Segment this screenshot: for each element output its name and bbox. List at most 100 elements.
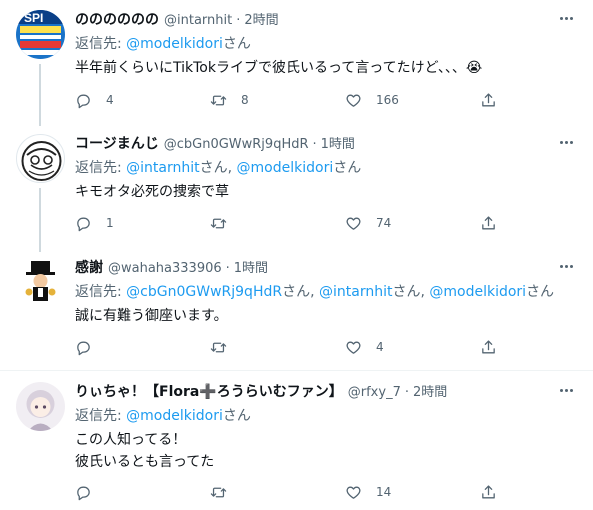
reply-to-label: 返信先:	[75, 160, 127, 176]
avatar[interactable]	[16, 258, 65, 307]
retweet-icon	[210, 342, 227, 352]
share-button[interactable]	[480, 212, 500, 234]
reply-button[interactable]	[75, 336, 165, 358]
retweet-icon	[210, 95, 227, 105]
mention-link[interactable]: @intarnhit	[319, 284, 392, 300]
tweet-text: この人知ってる！ 彼氏いるとも言ってた	[75, 432, 215, 470]
separator-dot: ·	[312, 137, 317, 152]
tweet-header: コージまんじ @cbGn0GWwRj9qHdR · 1時間	[75, 134, 577, 154]
reply-icon	[77, 486, 90, 500]
retweet-count: 8	[241, 93, 249, 107]
mention-suffix: さん,	[199, 160, 237, 176]
display-name[interactable]: のののののの	[75, 10, 159, 30]
thread-line	[39, 64, 41, 126]
avatar[interactable]	[16, 134, 65, 183]
heart-icon	[346, 217, 361, 230]
tweet-header: 感謝 @wahaha333906 · 1時間	[75, 258, 577, 278]
tweet-text: 誠に有難う御座います。	[75, 308, 228, 324]
more-options-icon[interactable]	[555, 380, 577, 400]
mention-link[interactable]: @modelkidori	[126, 36, 223, 52]
more-options-icon[interactable]	[555, 132, 577, 152]
heart-icon	[346, 486, 361, 499]
separator-dot: ·	[236, 13, 241, 28]
timestamp[interactable]: 2時間	[244, 11, 278, 30]
retweet-button[interactable]	[210, 336, 300, 358]
reply-to-line: 返信先: @modelkidoriさん	[75, 406, 577, 426]
like-button[interactable]: 4	[345, 336, 435, 358]
daruma-avatar-image	[21, 141, 62, 181]
user-handle[interactable]: @wahaha333906	[108, 259, 222, 278]
retweet-button[interactable]	[210, 212, 300, 234]
display-name[interactable]: コージまんじ	[75, 134, 159, 154]
more-options-icon[interactable]	[555, 256, 577, 276]
mention-suffix: さん	[333, 160, 362, 176]
timestamp[interactable]: 2時間	[413, 383, 447, 402]
reply-to-line: 返信先: @intarnhitさん, @modelkidoriさん	[75, 158, 577, 178]
display-name[interactable]: りぃちゃ！【Flora➕ろうらいむファン】	[75, 382, 343, 402]
retweet-button[interactable]: 8	[210, 89, 300, 111]
reply-to-label: 返信先:	[75, 284, 127, 300]
separator-dot: ·	[225, 261, 230, 276]
like-button[interactable]: 166	[345, 89, 435, 111]
share-icon	[482, 215, 495, 229]
reply-button[interactable]	[75, 481, 165, 503]
share-icon	[482, 92, 495, 106]
retweet-icon	[210, 218, 227, 228]
reply-to-label: 返信先:	[75, 408, 127, 424]
tweet-text: キモオタ必死の捜索で草	[75, 184, 229, 200]
timestamp[interactable]: 1時間	[234, 259, 268, 278]
share-button[interactable]	[480, 481, 500, 503]
reply-to-line: 返信先: @cbGn0GWwRj9qHdRさん, @intarnhitさん, @…	[75, 282, 577, 302]
more-options-icon[interactable]	[555, 8, 577, 28]
reply-to-line: 返信先: @modelkidoriさん	[75, 34, 577, 54]
retweet-icon	[210, 487, 227, 497]
user-handle[interactable]: @rfxy_7	[348, 383, 401, 402]
like-button[interactable]: 14	[345, 481, 435, 503]
heart-icon	[346, 341, 361, 354]
avatar[interactable]	[16, 382, 65, 431]
reply-count: 4	[106, 93, 114, 107]
tweet-header: りぃちゃ！【Flora➕ろうらいむファン】 @rfxy_7 · 2時間	[75, 382, 577, 402]
share-button[interactable]	[480, 336, 500, 358]
top-hat-gentleman-avatar-image	[25, 261, 56, 301]
retweet-button[interactable]	[210, 481, 300, 503]
like-button[interactable]: 74	[345, 212, 435, 234]
tweet-text: 半年前くらいにTikTokライブで彼氏いるって言ってたけど、、、😭	[75, 60, 483, 76]
illustrated-character-avatar-image	[26, 390, 55, 431]
thread-line	[39, 188, 41, 252]
heart-icon	[346, 94, 361, 107]
separator-dot: ·	[404, 385, 409, 400]
like-count: 14	[376, 485, 392, 499]
reply-button[interactable]: 1	[75, 212, 165, 234]
timestamp[interactable]: 1時間	[321, 135, 355, 154]
tweet-header: のののののの @intarnhit · 2時間	[75, 10, 577, 30]
like-count: 166	[376, 93, 399, 107]
mention-suffix: さん,	[282, 284, 319, 300]
avatar[interactable]: SPI	[16, 10, 65, 59]
reply-count: 1	[106, 216, 114, 230]
mention-link[interactable]: @cbGn0GWwRj9qHdR	[126, 284, 282, 300]
share-icon	[482, 484, 495, 498]
reply-icon	[77, 94, 90, 108]
user-handle[interactable]: @intarnhit	[164, 11, 232, 30]
share-icon	[482, 339, 495, 353]
mention-link[interactable]: @modelkidori	[126, 408, 223, 424]
mention-link[interactable]: @modelkidori	[237, 160, 334, 176]
tweet-divider	[0, 370, 593, 371]
reply-icon	[77, 217, 90, 231]
mention-link[interactable]: @modelkidori	[429, 284, 526, 300]
user-handle[interactable]: @cbGn0GWwRj9qHdR	[164, 135, 309, 154]
like-count: 4	[376, 340, 384, 354]
reply-icon	[77, 341, 90, 355]
reply-button[interactable]: 4	[75, 89, 165, 111]
mention-link[interactable]: @intarnhit	[126, 160, 199, 176]
mention-suffix: さん	[222, 408, 251, 424]
svg-text:SPI: SPI	[24, 11, 43, 25]
like-count: 74	[376, 216, 392, 230]
display-name[interactable]: 感謝	[75, 258, 103, 278]
share-button[interactable]	[480, 89, 500, 111]
book-cover-avatar-image: SPI	[16, 10, 65, 59]
mention-suffix: さん	[526, 284, 555, 300]
reply-to-label: 返信先:	[75, 36, 127, 52]
mention-suffix: さん,	[392, 284, 430, 300]
